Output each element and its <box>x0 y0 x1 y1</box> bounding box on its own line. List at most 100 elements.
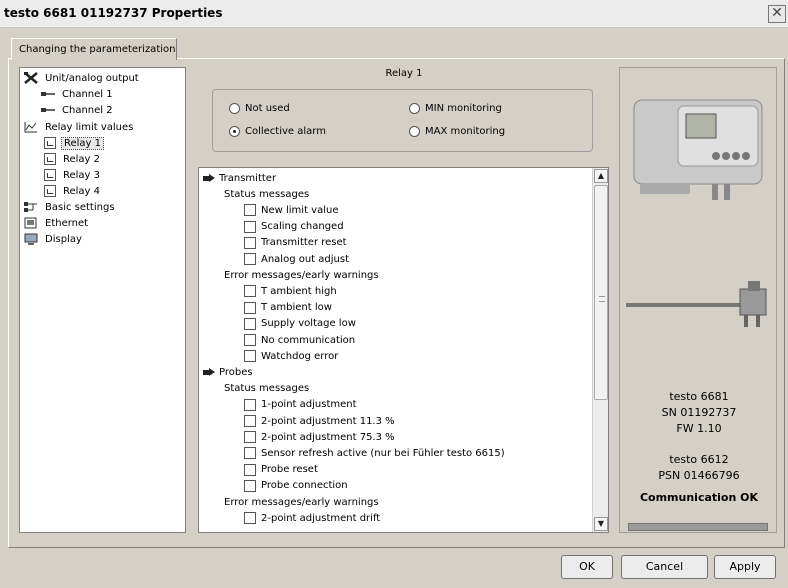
probe-serial: PSN 01466796 <box>658 469 740 482</box>
list-section-header: Status messages <box>224 186 309 202</box>
alarm-checkbox-row[interactable]: 2-point adjustment drift <box>244 510 380 526</box>
apply-button[interactable]: Apply <box>714 555 776 579</box>
checkbox[interactable] <box>244 512 256 525</box>
tree-item-label: Display <box>45 233 82 245</box>
checkbox[interactable] <box>244 253 256 265</box>
checkbox[interactable] <box>244 447 256 460</box>
device-serial: SN 01192737 <box>661 406 737 419</box>
row-label: Watchdog error <box>261 350 339 362</box>
row-label: T ambient high <box>261 285 337 297</box>
radio-label: MIN monitoring <box>425 103 502 114</box>
radio-not-used[interactable]: Not used <box>229 103 290 114</box>
checkbox[interactable] <box>244 463 256 476</box>
radio-circle <box>229 126 240 137</box>
row-label: Status messages <box>224 383 310 395</box>
cancel-button[interactable]: Cancel <box>621 555 708 579</box>
checkbox[interactable] <box>244 301 256 314</box>
list-section-header: Error messages/early warnings <box>224 494 379 510</box>
checkbox[interactable] <box>244 317 256 330</box>
alarm-checkbox-row[interactable]: Sensor refresh active (nur bei Fühler te… <box>244 445 505 461</box>
row-label: 2-point adjustment 75.3 % <box>261 431 395 443</box>
tree-item-label: Relay 1 <box>61 136 105 150</box>
close-button[interactable]: ✕ <box>768 5 786 23</box>
tree-item-ethernet[interactable]: Ethernet <box>24 215 90 231</box>
tree-item-relay-4[interactable]: Relay 4 <box>44 183 102 199</box>
row-label: 1-point adjustment <box>261 399 357 411</box>
device-model: testo 6681 <box>669 390 729 403</box>
relay-title: Relay 1 <box>385 68 423 79</box>
list-section-header: Status messages <box>224 381 309 397</box>
scroll-down-button[interactable]: ▼ <box>594 517 608 531</box>
checkbox[interactable] <box>244 431 256 444</box>
radio-collective-alarm[interactable]: Collective alarm <box>229 126 326 137</box>
tree-item-relay-limit-values[interactable]: Relay limit values <box>24 119 135 135</box>
radio-circle <box>229 103 240 114</box>
row-label: Probe reset <box>261 464 318 476</box>
alarm-checkbox-row[interactable]: Transmitter reset <box>244 235 347 251</box>
checkbox[interactable] <box>244 236 256 249</box>
alarm-checkbox-row[interactable]: Probe connection <box>244 478 348 494</box>
alarm-checkbox-row[interactable]: New limit value <box>244 202 338 218</box>
ethernet-icon <box>24 217 38 229</box>
tree-item-relay-2[interactable]: Relay 2 <box>44 151 102 167</box>
radio-min-monitoring[interactable]: MIN monitoring <box>409 103 502 114</box>
relay-icon <box>44 185 56 197</box>
checkbox[interactable] <box>244 350 256 363</box>
row-label: T ambient low <box>261 302 332 314</box>
alarm-checkbox-row[interactable]: Supply voltage low <box>244 316 356 332</box>
tree-item-basic-settings[interactable]: Basic settings <box>24 199 117 215</box>
properties-dialog: testo 6681 01192737 Properties ✕ Changin… <box>0 0 788 588</box>
row-label: Error messages/early warnings <box>224 269 379 281</box>
tree-item-unit-analog-output[interactable]: Unit/analog output <box>24 70 141 86</box>
checkbox[interactable] <box>244 398 256 411</box>
alarm-checkbox-row[interactable]: 1-point adjustment <box>244 397 357 413</box>
alarm-checkbox-row[interactable]: Watchdog error <box>244 348 338 364</box>
radio-max-monitoring[interactable]: MAX monitoring <box>409 126 505 137</box>
ok-button[interactable]: OK <box>561 555 613 579</box>
tools-icon <box>24 72 38 84</box>
tree-item-relay-3[interactable]: Relay 3 <box>44 167 102 183</box>
checkbox[interactable] <box>244 220 256 233</box>
list-scrollbar[interactable]: ▲ ▼ <box>592 168 608 532</box>
radio-circle <box>409 103 420 114</box>
scroll-thumb[interactable] <box>594 185 608 400</box>
communication-bar <box>628 523 768 531</box>
alarm-checkbox-row[interactable]: Probe reset <box>244 462 318 478</box>
alarm-checkbox-row[interactable]: T ambient high <box>244 283 337 299</box>
row-label: Transmitter reset <box>261 237 347 249</box>
checkbox[interactable] <box>244 285 256 298</box>
alarm-checkbox-row[interactable]: 2-point adjustment 75.3 % <box>244 429 395 445</box>
alarm-checkbox-row[interactable]: Analog out adjust <box>244 251 349 267</box>
row-label: 2-point adjustment drift <box>261 512 381 524</box>
relay-icon <box>44 137 56 149</box>
list-group: Transmitter <box>203 170 276 186</box>
probe-image <box>626 281 767 327</box>
title-bar: testo 6681 01192737 Properties ✕ <box>0 0 788 28</box>
arrow-right-icon <box>203 367 215 377</box>
alarm-checkbox-row[interactable]: No communication <box>244 332 355 348</box>
relay-icon <box>44 153 56 165</box>
radio-label: Collective alarm <box>245 126 326 137</box>
scroll-grip <box>599 296 605 302</box>
checkbox[interactable] <box>244 479 256 492</box>
row-label: Transmitter <box>219 172 277 184</box>
alarm-checkbox-row[interactable]: 2-point adjustment 11.3 % <box>244 413 395 429</box>
device-info-panel: testo 6681 SN 01192737 FW 1.10 testo 661… <box>619 67 777 533</box>
radio-label: MAX monitoring <box>425 126 506 137</box>
chart-icon <box>24 121 38 133</box>
checkbox[interactable] <box>244 334 256 346</box>
checkbox[interactable] <box>244 415 256 427</box>
tab-changing-parameterization[interactable]: Changing the parameterization <box>11 38 177 60</box>
checkbox[interactable] <box>244 204 256 217</box>
tree-item-label: Unit/analog output <box>45 72 139 84</box>
tree-item-channel-1[interactable]: Channel 1 <box>41 86 115 102</box>
row-label: New limit value <box>261 204 339 216</box>
tree-item-relay-1[interactable]: Relay 1 <box>44 135 105 151</box>
scroll-up-button[interactable]: ▲ <box>594 169 608 183</box>
row-label: Sensor refresh active (nur bei Fühler te… <box>261 447 505 459</box>
alarm-checkbox-row[interactable]: T ambient low <box>244 300 332 316</box>
tree-item-channel-2[interactable]: Channel 2 <box>41 102 115 118</box>
tree-item-label: Channel 2 <box>62 104 113 116</box>
tree-item-display[interactable]: Display <box>24 231 84 247</box>
alarm-checkbox-row[interactable]: Scaling changed <box>244 219 344 235</box>
